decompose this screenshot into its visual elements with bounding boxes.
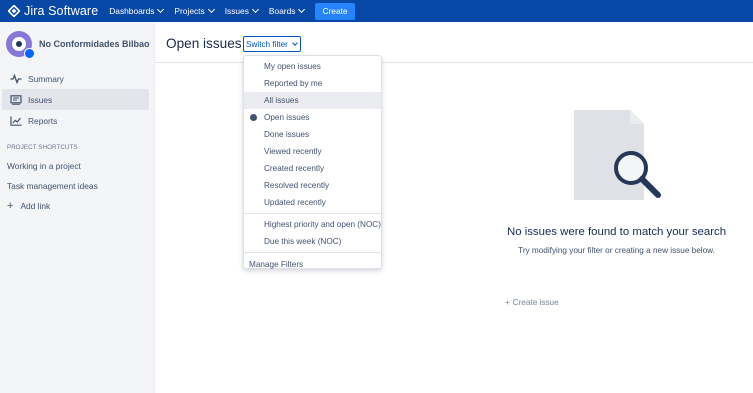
sidebar-item-issues[interactable]: Issues bbox=[2, 89, 149, 110]
create-issue-label: Create issue bbox=[512, 298, 559, 307]
issues-icon bbox=[10, 94, 22, 105]
nav-dashboards[interactable]: Dashboards bbox=[109, 5, 165, 16]
filter-option-done-issues[interactable]: Done issues bbox=[244, 126, 381, 143]
filter-option-reported-by-me[interactable]: Reported by me bbox=[244, 75, 381, 92]
create-button[interactable]: Create bbox=[315, 2, 355, 20]
pulse-icon bbox=[10, 73, 22, 84]
sidebar-item-label: Issues bbox=[28, 94, 53, 105]
switch-filter-button[interactable]: Switch filter bbox=[243, 36, 301, 52]
empty-state-subtitle: Try modifying your filter or creating a … bbox=[518, 246, 715, 255]
filter-option-resolved-recently[interactable]: Resolved recently bbox=[244, 177, 381, 194]
add-link-button[interactable]: + Add link bbox=[0, 196, 154, 216]
filter-option-due-this-week[interactable]: Due this week (NOC) bbox=[244, 233, 381, 250]
sidebar-item-summary[interactable]: Summary bbox=[2, 68, 149, 89]
project-header[interactable]: No Conformidades Bilbao bbox=[0, 22, 154, 66]
plus-icon: + bbox=[505, 298, 510, 307]
filter-option-updated-recently[interactable]: Updated recently bbox=[244, 194, 381, 211]
chevron-down-icon bbox=[207, 5, 215, 14]
chevron-down-icon bbox=[157, 5, 165, 14]
nav-issues-label: Issues bbox=[224, 6, 249, 16]
shortcut-link[interactable]: Task management ideas bbox=[0, 176, 154, 196]
nav-dashboards-label: Dashboards bbox=[109, 6, 155, 16]
shortcut-link[interactable]: Working in a project bbox=[0, 156, 154, 176]
nav-projects-label: Projects bbox=[174, 6, 205, 16]
sidebar-item-label: Reports bbox=[28, 115, 58, 126]
logo-text: Jira Software bbox=[24, 4, 99, 18]
selected-radio-icon bbox=[250, 114, 257, 121]
create-issue-link[interactable]: + Create issue bbox=[505, 298, 559, 307]
add-link-label: Add link bbox=[20, 201, 51, 211]
nav-boards-label: Boards bbox=[268, 6, 296, 16]
chevron-down-icon bbox=[298, 5, 306, 14]
switch-filter-label: Switch filter bbox=[246, 39, 288, 49]
jira-logo[interactable]: Jira Software bbox=[7, 0, 99, 22]
no-results-illustration bbox=[574, 110, 662, 202]
avatar-pupil bbox=[16, 41, 22, 47]
chevron-down-icon bbox=[251, 5, 259, 14]
menu-divider bbox=[244, 252, 381, 253]
nav-boards[interactable]: Boards bbox=[268, 5, 306, 16]
menu-divider bbox=[244, 213, 381, 214]
sidebar-item-reports[interactable]: Reports bbox=[2, 110, 149, 131]
project-sidebar: No Conformidades Bilbao Summary Issues R… bbox=[0, 22, 155, 393]
filter-dropdown-menu: My open issues Reported by me All issues… bbox=[243, 55, 382, 269]
jira-logo-icon bbox=[7, 4, 21, 18]
page-title: Open issues bbox=[166, 36, 242, 51]
manage-filters-link[interactable]: Manage Filters bbox=[244, 255, 381, 273]
empty-state-title: No issues were found to match your searc… bbox=[506, 226, 727, 238]
filter-option-created-recently[interactable]: Created recently bbox=[244, 160, 381, 177]
project-avatar bbox=[6, 31, 35, 59]
filter-option-viewed-recently[interactable]: Viewed recently bbox=[244, 143, 381, 160]
filter-option-label: Open issues bbox=[264, 113, 310, 122]
filter-option-highest-priority[interactable]: Highest priority and open (NOC) bbox=[244, 216, 381, 233]
project-type-badge-icon bbox=[24, 48, 35, 59]
chart-icon bbox=[10, 116, 22, 126]
shortcuts-section-title: PROJECT SHORTCUTS bbox=[7, 144, 78, 151]
plus-icon: + bbox=[7, 200, 14, 212]
sidebar-item-label: Summary bbox=[28, 73, 64, 84]
nav-issues[interactable]: Issues bbox=[224, 5, 259, 16]
filter-option-open-issues[interactable]: Open issues bbox=[244, 109, 381, 126]
filter-option-my-open-issues[interactable]: My open issues bbox=[244, 58, 381, 75]
nav-projects[interactable]: Projects bbox=[174, 5, 215, 16]
project-name: No Conformidades Bilbao bbox=[39, 39, 150, 49]
chevron-down-icon bbox=[292, 39, 298, 46]
filter-option-all-issues[interactable]: All issues bbox=[244, 92, 381, 109]
top-navigation: Jira Software Dashboards Projects Issues… bbox=[0, 0, 753, 22]
